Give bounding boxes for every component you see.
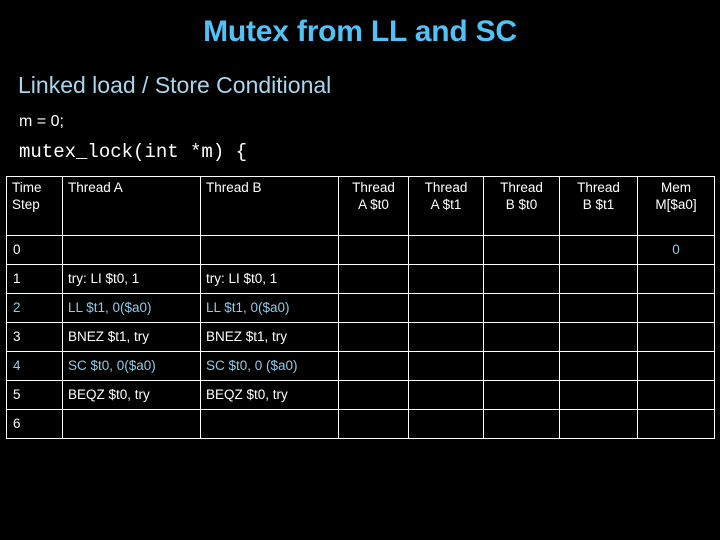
cell-thread-a-instruction: BEQZ $t0, try xyxy=(62,380,201,410)
column-header-thread-a-t1: Thread A $t1 xyxy=(408,176,484,236)
cell-thread-b-instruction xyxy=(200,409,339,439)
cell-thread-a-t0-value xyxy=(338,380,409,410)
cell-mem-value xyxy=(637,322,715,352)
column-header-thread-b-t0: Thread B $t0 xyxy=(483,176,560,236)
column-header-mem-line2: M[$a0] xyxy=(655,197,697,212)
code-line-initialization: m = 0; xyxy=(19,113,64,130)
cell-mem-value xyxy=(637,264,715,294)
cell-time-step: 4 xyxy=(6,351,63,381)
table-row: 2 LL $t1, 0($a0) LL $t1, 0($a0) xyxy=(6,293,715,323)
cell-mem-value xyxy=(637,293,715,323)
column-header-thread-a-t1-line1: Thread xyxy=(424,180,468,195)
cell-thread-b-t0-value xyxy=(483,322,560,352)
cell-thread-a-instruction xyxy=(62,409,201,439)
column-header-thread-a-t0: Thread A $t0 xyxy=(338,176,409,236)
table-header: Time Step Thread A Thread B Thread A $t0… xyxy=(6,176,715,236)
cell-time-step: 5 xyxy=(6,380,63,410)
cell-thread-b-instruction: BEQZ $t0, try xyxy=(200,380,339,410)
table-row: 00 xyxy=(6,235,715,265)
cell-thread-b-instruction: BNEZ $t1, try xyxy=(200,322,339,352)
cell-thread-b-instruction: try: LI $t0, 1 xyxy=(200,264,339,294)
column-header-thread-b-t1: Thread B $t1 xyxy=(559,176,638,236)
column-header-thread-b-t1-line2: B $t1 xyxy=(582,197,615,212)
slide-subtitle: Linked load / Store Conditional xyxy=(18,72,332,98)
column-header-thread-a: Thread A xyxy=(62,176,201,236)
cell-thread-a-instruction: BNEZ $t1, try xyxy=(62,322,201,352)
column-header-thread-b-label: Thread B xyxy=(206,180,262,195)
column-header-thread-a-t0-line1: Thread xyxy=(352,180,395,195)
cell-thread-a-t1-value xyxy=(408,380,484,410)
column-header-mem: Mem M[$a0] xyxy=(637,176,715,236)
cell-thread-b-t1-value xyxy=(559,235,638,265)
cell-thread-a-t1-value xyxy=(408,351,484,381)
cell-thread-b-t1-value xyxy=(559,264,638,294)
execution-trace-table: Time Step Thread A Thread B Thread A $t0… xyxy=(6,176,715,439)
cell-thread-b-t0-value xyxy=(483,380,560,410)
column-header-time-step: Time Step xyxy=(6,176,63,236)
table-header-row: Time Step Thread A Thread B Thread A $t0… xyxy=(6,176,715,236)
cell-thread-a-instruction: try: LI $t0, 1 xyxy=(62,264,201,294)
column-header-mem-line1: Mem xyxy=(661,180,691,195)
table-row: 3 BNEZ $t1, try BNEZ $t1, try xyxy=(6,322,715,352)
cell-thread-a-t0-value xyxy=(338,264,409,294)
cell-time-step: 1 xyxy=(6,264,63,294)
table-row: 4 SC $t0, 0($a0) SC $t0, 0 ($a0) xyxy=(6,351,715,381)
cell-thread-b-t1-value xyxy=(559,351,638,381)
cell-mem-value: 0 xyxy=(637,235,715,265)
column-header-thread-a-t0-line2: A $t0 xyxy=(358,197,389,212)
column-header-thread-b-t0-line1: Thread xyxy=(500,180,543,195)
cell-mem-value xyxy=(637,380,715,410)
table-row: 1 try: LI $t0, 1 try: LI $t0, 1 xyxy=(6,264,715,294)
cell-thread-b-t0-value xyxy=(483,293,560,323)
cell-thread-b-t1-value xyxy=(559,380,638,410)
cell-thread-a-t1-value xyxy=(408,293,484,323)
cell-thread-a-t0-value xyxy=(338,293,409,323)
cell-thread-a-t1-value xyxy=(408,409,484,439)
cell-time-step: 2 xyxy=(6,293,63,323)
slide-canvas: Mutex from LL and SC Linked load / Store… xyxy=(0,0,720,540)
cell-thread-a-instruction: LL $t1, 0($a0) xyxy=(62,293,201,323)
cell-thread-a-t1-value xyxy=(408,322,484,352)
column-header-thread-b-t1-line1: Thread xyxy=(577,180,620,195)
cell-thread-a-t1-value xyxy=(408,264,484,294)
column-header-time-step-line1: Time xyxy=(12,180,42,195)
column-header-time-step-line2: Step xyxy=(12,197,40,212)
cell-thread-b-t0-value xyxy=(483,351,560,381)
cell-thread-b-t0-value xyxy=(483,235,560,265)
cell-thread-b-t1-value xyxy=(559,322,638,352)
column-header-thread-b-t0-line2: B $t0 xyxy=(505,197,538,212)
table-row: 5 BEQZ $t0, try BEQZ $t0, try xyxy=(6,380,715,410)
table-row: 6 xyxy=(6,409,715,439)
cell-mem-value xyxy=(637,409,715,439)
cell-time-step: 3 xyxy=(6,322,63,352)
cell-thread-a-t0-value xyxy=(338,409,409,439)
cell-thread-a-instruction: SC $t0, 0($a0) xyxy=(62,351,201,381)
cell-thread-a-t0-value xyxy=(338,351,409,381)
cell-thread-a-instruction xyxy=(62,235,201,265)
cell-thread-b-t0-value xyxy=(483,409,560,439)
code-line-function-signature: mutex_lock(int *m) { xyxy=(19,141,248,163)
cell-time-step: 6 xyxy=(6,409,63,439)
page-title: Mutex from LL and SC xyxy=(203,15,517,48)
cell-mem-value xyxy=(637,351,715,381)
cell-thread-b-instruction: LL $t1, 0($a0) xyxy=(200,293,339,323)
table-body: 0 0 1 try: LI $t0, 1 try: LI $t0, 1 2 LL $t1, … xyxy=(6,235,715,439)
cell-thread-a-t1-value xyxy=(408,235,484,265)
cell-thread-a-t0-value xyxy=(338,322,409,352)
cell-time-step: 0 xyxy=(6,235,63,265)
column-header-thread-a-t1-line2: A $t1 xyxy=(430,197,462,212)
cell-thread-b-t1-value xyxy=(559,409,638,439)
cell-thread-a-t0-value xyxy=(338,235,409,265)
column-header-thread-b: Thread B xyxy=(200,176,339,236)
cell-thread-b-instruction xyxy=(200,235,339,265)
column-header-thread-a-label: Thread A xyxy=(68,180,123,195)
cell-thread-b-t0-value xyxy=(483,264,560,294)
cell-thread-b-instruction: SC $t0, 0 ($a0) xyxy=(200,351,339,381)
cell-thread-b-t1-value xyxy=(559,293,638,323)
